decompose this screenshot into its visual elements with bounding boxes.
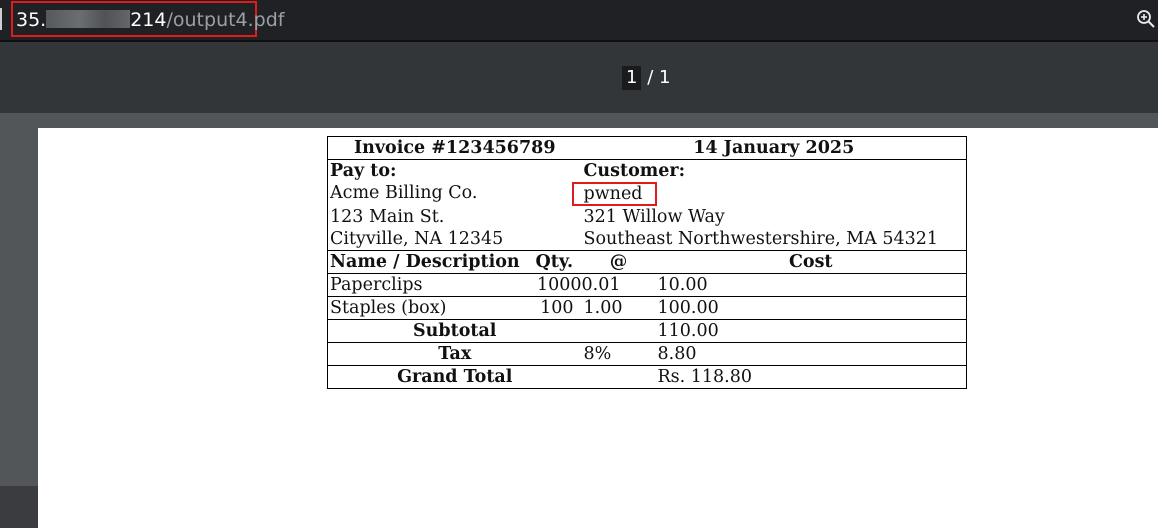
url-prefix: 35. xyxy=(16,9,47,31)
url-path: /output4.pdf xyxy=(166,9,285,31)
item-name: Paperclips xyxy=(327,273,534,297)
col-header-price: @ xyxy=(581,250,656,274)
invoice-table: Invoice #123456789 14 January 2025 Pay t… xyxy=(327,136,967,389)
pdf-page: Invoice #123456789 14 January 2025 Pay t… xyxy=(38,128,1158,528)
item-cost: 100.00 xyxy=(655,296,967,320)
invoice-number: Invoice #123456789 xyxy=(353,138,556,158)
grand-total-value: Rs. 118.80 xyxy=(655,365,967,389)
customer-street: 321 Willow Way xyxy=(583,207,725,227)
table-row: Paperclips 1000 0.01 10.00 xyxy=(327,273,967,297)
customer-name: pwned xyxy=(571,182,657,206)
page-total: / 1 xyxy=(647,67,671,88)
items-header-row: Name / Description Qty. @ Cost xyxy=(327,250,967,274)
table-row: Staples (box) 100 1.00 100.00 xyxy=(327,296,967,320)
tax-row: Tax 8% 8.80 xyxy=(327,342,967,366)
item-name: Staples (box) xyxy=(327,296,534,320)
customer-city: Southeast Northwestershire, MA 54321 xyxy=(583,229,939,249)
page-counter: 1 / 1 xyxy=(622,66,670,90)
tax-rate: 8% xyxy=(581,342,656,366)
pdf-toolbar: 1 / 1 xyxy=(0,42,1158,113)
col-header-cost: Cost xyxy=(655,250,967,274)
pay-to-label: Pay to: xyxy=(327,159,582,182)
url-text[interactable]: 35. 214/output4.pdf xyxy=(16,8,285,32)
party-labels-row: Pay to: Customer: xyxy=(327,159,967,182)
tax-label: Tax xyxy=(327,342,582,366)
tax-value: 8.80 xyxy=(655,342,967,366)
pay-to-street: 123 Main St. xyxy=(330,207,445,227)
item-cost: 10.00 xyxy=(655,273,967,297)
current-page-input[interactable]: 1 xyxy=(622,66,642,90)
pdf-viewer[interactable]: Invoice #123456789 14 January 2025 Pay t… xyxy=(0,113,1158,528)
party-row: Cityville, NA 12345 Southeast Northweste… xyxy=(328,228,967,251)
window-edge xyxy=(0,8,2,30)
subtotal-row: Subtotal 110.00 xyxy=(327,319,967,343)
item-qty: 1000 xyxy=(533,273,582,297)
redacted-ip-segment xyxy=(46,10,131,28)
item-price: 1.00 xyxy=(581,296,656,320)
grand-total-row: Grand Total Rs. 118.80 xyxy=(327,365,967,389)
item-qty: 100 xyxy=(533,296,582,320)
customer-name-cell: pwned xyxy=(571,182,967,206)
subtotal-label: Subtotal xyxy=(327,319,582,343)
pay-to-name: Acme Billing Co. xyxy=(330,183,478,203)
col-header-name: Name / Description xyxy=(327,250,534,274)
url-host-suffix: 214 xyxy=(130,9,167,31)
pay-to-city: Cityville, NA 12345 xyxy=(330,229,504,249)
party-row: 123 Main St. 321 Willow Way xyxy=(328,206,967,228)
invoice-date: 14 January 2025 xyxy=(693,138,855,158)
address-bar: 35. 214/output4.pdf xyxy=(0,0,1158,42)
zoom-in-icon[interactable] xyxy=(1136,9,1156,29)
party-row: Acme Billing Co. pwned xyxy=(328,182,967,206)
col-header-qty: Qty. xyxy=(533,250,582,274)
invoice-header-row: Invoice #123456789 14 January 2025 xyxy=(328,137,967,160)
item-price: 0.01 xyxy=(581,273,656,297)
subtotal-value: 110.00 xyxy=(655,319,967,343)
grand-total-label: Grand Total xyxy=(327,365,582,389)
customer-label: Customer: xyxy=(581,159,967,182)
